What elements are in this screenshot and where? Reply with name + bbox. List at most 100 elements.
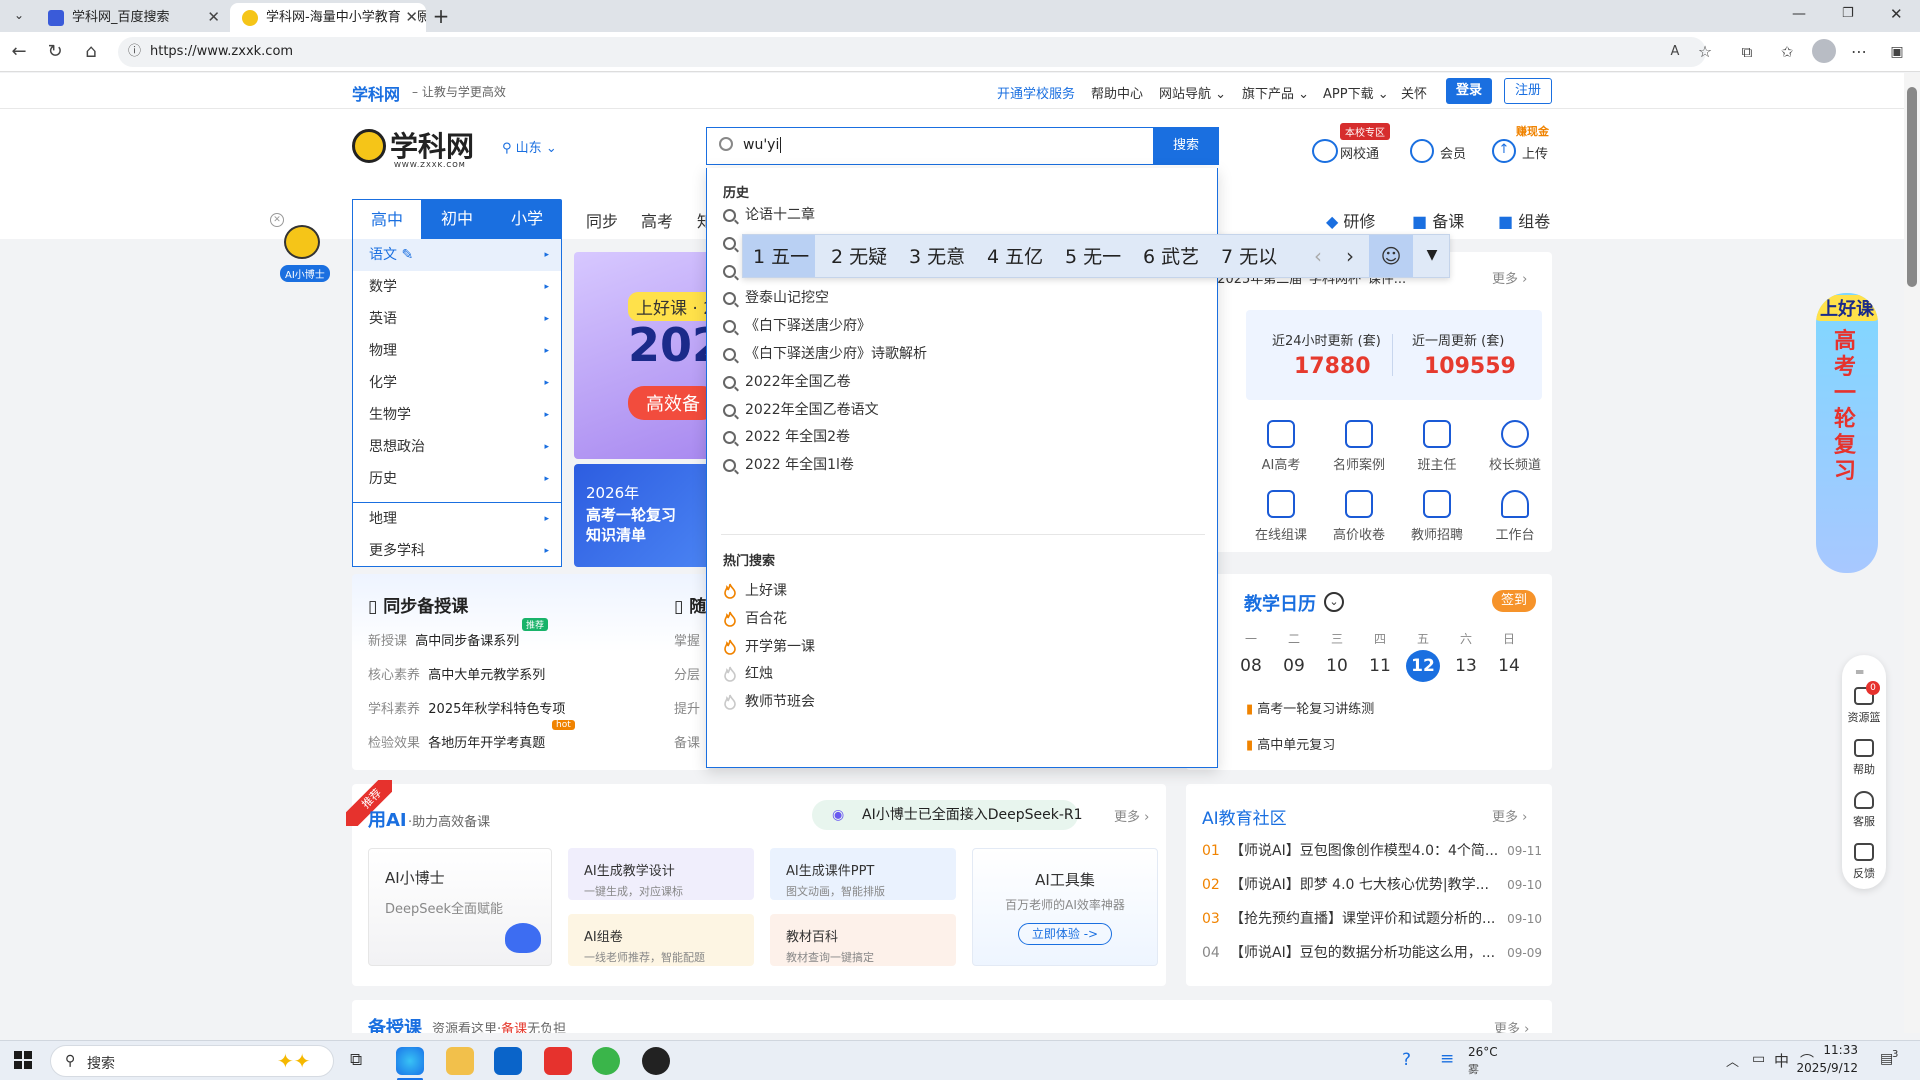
tab-list-chevron-icon[interactable]: ⌄ <box>8 8 30 26</box>
clock-time[interactable]: 11:33 <box>1808 1043 1858 1057</box>
task-view-icon[interactable]: ⧉ <box>350 1050 362 1070</box>
nav-paper-builder[interactable]: ■ 组卷 <box>1498 208 1550 232</box>
quick-teacher-jobs[interactable]: 教师招聘 <box>1402 490 1472 543</box>
help-button[interactable]: 帮助 <box>1842 739 1886 777</box>
history-suggestion[interactable]: 2022 年全国1l卷 <box>723 448 854 482</box>
nav-lesson-prep[interactable]: ■ 备课 <box>1412 208 1464 232</box>
taskbar-search[interactable]: ⚲ 搜索 ✦✦ <box>50 1045 334 1077</box>
quick-workbench[interactable]: 工作台 <box>1480 490 1550 543</box>
calendar-day[interactable]: 13 <box>1449 650 1483 682</box>
float-promo-banner[interactable]: 上好课 高考一轮复习 <box>1816 293 1878 573</box>
tab-grade-middle[interactable]: 初中 <box>422 199 492 239</box>
ime-candidate[interactable]: 7 无以 <box>1221 235 1277 279</box>
region-select[interactable]: ⚲ 山东 ⌄ <box>502 137 557 156</box>
address-input[interactable]: ⓘ https://www.zxxk.com <box>118 37 1706 67</box>
outlook-icon[interactable] <box>494 1047 522 1075</box>
home-icon[interactable]: ⌂ <box>80 41 102 63</box>
search-input[interactable]: wu'yi <box>743 137 782 153</box>
subject-chemistry[interactable]: 化学 ▸ <box>353 367 561 399</box>
nav-gaokao[interactable]: 高考 <box>641 208 673 232</box>
ai-more-link[interactable]: 更多 › <box>1114 806 1149 825</box>
sync-col2-item[interactable]: 提升 <box>674 698 700 717</box>
wps-office-icon[interactable] <box>544 1047 572 1075</box>
quick-principal[interactable]: 校长频道 <box>1480 420 1550 473</box>
calendar-day[interactable]: 10 <box>1320 650 1354 682</box>
sync-row[interactable]: 核心素养 高中大单元教学系列 <box>368 664 545 683</box>
sync-row[interactable]: 学科素养 2025年秋学科特色专项 <box>368 698 565 717</box>
support-button[interactable]: 客服 <box>1842 791 1886 829</box>
products-link[interactable]: 旗下产品 ⌄ <box>1242 83 1309 102</box>
nav-sync[interactable]: 同步 <box>586 208 618 232</box>
tab-zxxk[interactable]: 学科网-海量中小学教育资源共享 ✕ <box>230 3 426 32</box>
calendar-day[interactable]: 14 <box>1492 650 1526 682</box>
tab-baidu[interactable]: 学科网_百度搜索 ✕ <box>36 3 228 32</box>
ime-candidate[interactable]: 1 五一 <box>753 235 809 279</box>
restore-window-icon[interactable]: ❐ <box>1842 6 1854 21</box>
hot-suggestion[interactable]: 教师节班会 <box>723 685 815 719</box>
sync-col2-item[interactable]: 备课 <box>674 732 700 751</box>
upload-link[interactable]: 上传 <box>1522 143 1548 162</box>
quick-class-teacher[interactable]: 班主任 <box>1402 420 1472 473</box>
site-nav-link[interactable]: 网站导航 ⌄ <box>1159 83 1226 102</box>
quick-paper-buying[interactable]: 高价收卷 <box>1324 490 1394 543</box>
minimize-window-icon[interactable]: — <box>1792 6 1806 22</box>
school-service-link[interactable]: 开通学校服务 <box>997 83 1075 102</box>
close-ai-assistant-icon[interactable]: ✕ <box>270 213 284 227</box>
community-item[interactable]: 01 【师说AI】豆包图像创作模型4.0：4个简... 09-11 <box>1202 834 1542 868</box>
ai-doctor-owl-icon[interactable] <box>284 225 320 259</box>
ime-candidate[interactable]: 2 无疑 <box>831 235 887 279</box>
edit-pencil-icon[interactable]: ✎ <box>401 247 413 263</box>
logo-text[interactable]: 学科网 <box>390 125 474 165</box>
wangxiaotong-link[interactable]: 网校通 <box>1340 143 1379 162</box>
ime-expand-icon[interactable]: ▼ <box>1415 235 1449 277</box>
close-window-icon[interactable]: ✕ <box>1890 5 1903 23</box>
extensions-icon[interactable]: ⧉ <box>1736 41 1758 63</box>
profile-avatar[interactable] <box>1812 39 1836 63</box>
community-item[interactable]: 02 【师说AI】即梦 4.0 七大核心优势|教学... 09-10 <box>1202 868 1542 902</box>
main-banner[interactable]: 上好课 · 2026 202 高效备 <box>574 252 710 459</box>
calendar-event[interactable]: ▮ 高考一轮复习讲练测 <box>1246 698 1374 717</box>
subject-politics[interactable]: 思想政治 ▸ <box>353 431 561 463</box>
subject-chinese[interactable]: 语文 ✎ ▸ <box>353 239 561 271</box>
quick-online-lesson[interactable]: 在线组课 <box>1246 490 1316 543</box>
try-now-button[interactable]: 立即体验 -> <box>1018 923 1112 945</box>
site-info-icon[interactable]: ⓘ <box>128 37 141 67</box>
sub-banner[interactable]: 2026年 高考一轮复习 知识清单 <box>574 464 710 567</box>
subject-biology[interactable]: 生物学 ▸ <box>353 399 561 431</box>
ai-tools-card[interactable]: AI工具集 百万老师的AI效率神器 立即体验 -> <box>972 848 1158 966</box>
ime-candidate[interactable]: 6 武艺 <box>1143 235 1199 279</box>
close-tab-icon[interactable]: ✕ <box>207 3 220 32</box>
qq-penguin-icon[interactable] <box>642 1047 670 1075</box>
textbook-wiki-card[interactable]: 教材百科 教材查询一键搞定 <box>770 914 956 966</box>
subject-math[interactable]: 数学 ▸ <box>353 271 561 303</box>
ime-prev-icon[interactable]: ‹ <box>1303 235 1333 277</box>
prep-more-link[interactable]: 更多 › <box>1494 1018 1529 1033</box>
subject-english[interactable]: 英语 ▸ <box>353 303 561 335</box>
notice-more-link[interactable]: 更多 › <box>1492 268 1527 287</box>
tray-overflow-icon[interactable]: ︿ <box>1726 1051 1739 1070</box>
resource-basket-button[interactable]: 资源篮 <box>1842 687 1886 725</box>
help-tray-icon[interactable]: ? <box>1402 1050 1411 1070</box>
more-menu-icon[interactable]: ⋯ <box>1848 41 1870 63</box>
sync-row[interactable]: 新授课 高中同步备课系列 <box>368 630 519 649</box>
feedback-button[interactable]: 反馈 <box>1842 843 1886 881</box>
ime-candidate[interactable]: 3 无意 <box>909 235 965 279</box>
calendar-day[interactable]: 11 <box>1363 650 1397 682</box>
ai-doctor-card[interactable]: AI小博士 DeepSeek全面赋能 <box>368 848 552 966</box>
favorite-star-icon[interactable]: ☆ <box>1694 41 1716 63</box>
community-item[interactable]: 04 【师说AI】豆包的数据分析功能这么用，... 09-09 <box>1202 936 1542 970</box>
favorites-icon[interactable]: ✩ <box>1776 41 1798 63</box>
quick-teacher-cases[interactable]: 名师案例 <box>1324 420 1394 473</box>
tab-grade-primary[interactable]: 小学 <box>492 199 562 239</box>
subject-physics[interactable]: 物理 ▸ <box>353 335 561 367</box>
windows-start-icon[interactable] <box>14 1051 32 1069</box>
calendar-day[interactable]: 09 <box>1277 650 1311 682</box>
refresh-icon[interactable]: ↻ <box>44 41 66 63</box>
weather-temp[interactable]: 26°C <box>1468 1045 1498 1059</box>
calendar-event[interactable]: ▮ 高中单元复习 <box>1246 734 1335 753</box>
nav-training[interactable]: ◆ 研修 <box>1326 208 1375 232</box>
read-aloud-icon[interactable]: A <box>1664 41 1686 63</box>
member-link[interactable]: 会员 <box>1440 143 1466 162</box>
quick-ai-gaokao[interactable]: AI高考 <box>1246 420 1316 473</box>
ai-doctor-label[interactable]: AI小博士 <box>280 265 330 282</box>
